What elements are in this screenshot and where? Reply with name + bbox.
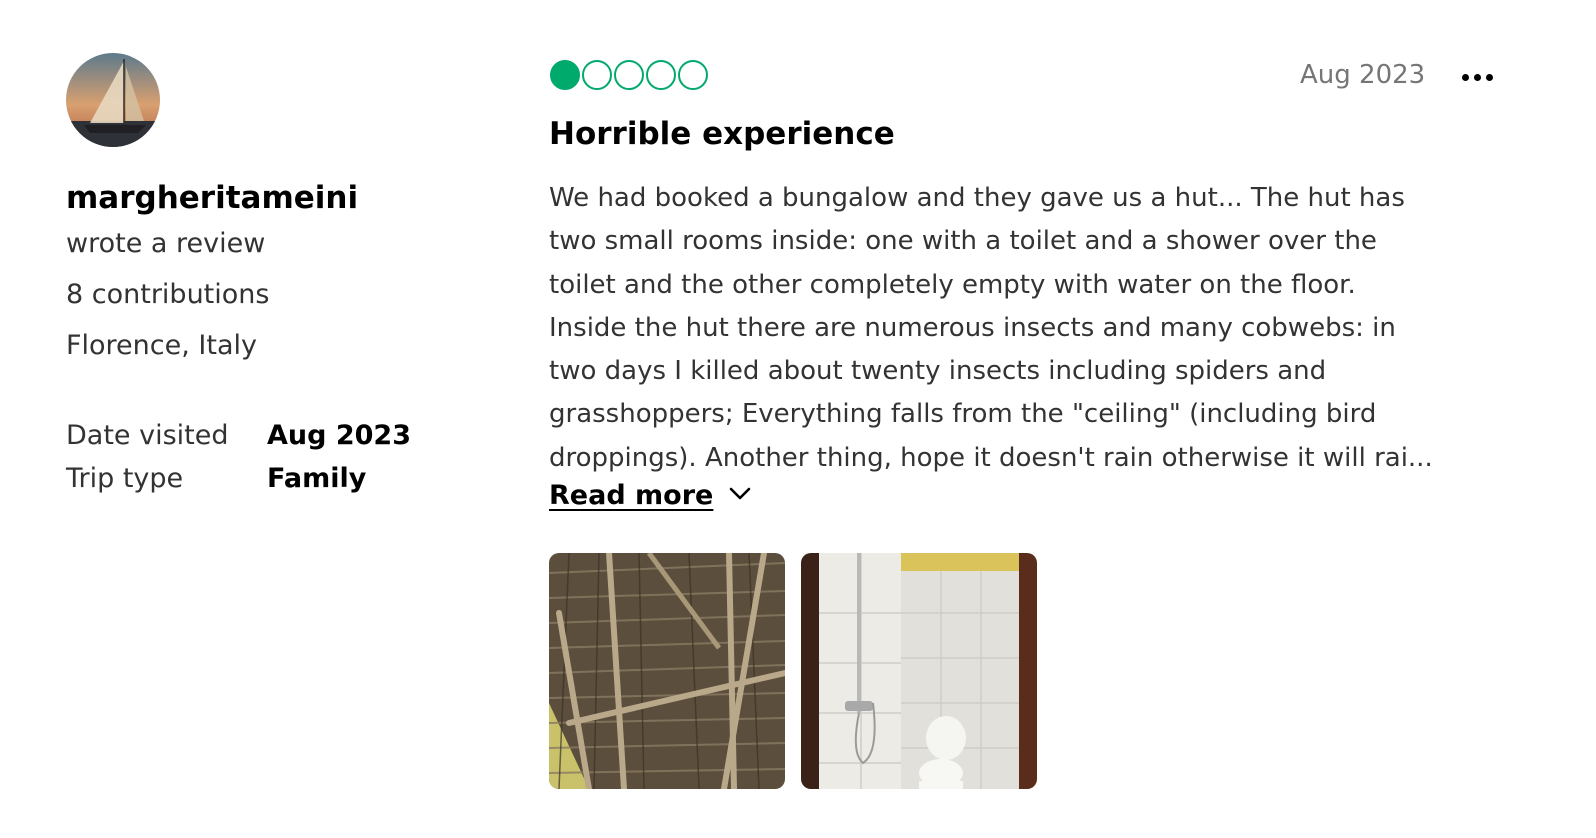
reviewer-username[interactable]: margheritameini [66, 180, 358, 216]
review-body-line: Inside the hut there are numerous insect… [549, 312, 1396, 343]
date-visited-label: Date visited [66, 420, 229, 451]
review-body-line: droppings). Another thing, hope it doesn… [549, 442, 1433, 473]
date-visited-value: Aug 2023 [267, 420, 411, 451]
rating-bubble-icon [582, 60, 612, 90]
rating-bubble-icon [614, 60, 644, 90]
rating-bubbles [550, 60, 708, 94]
rating-bubble-icon [678, 60, 708, 90]
review-photo-bathroom[interactable] [801, 553, 1037, 789]
read-more-label: Read more [549, 480, 714, 511]
trip-type-label: Trip type [66, 463, 184, 494]
more-options-icon-dot [1485, 73, 1493, 81]
trip-type-value: Family [267, 463, 367, 494]
reviewer-contributions: 8 contributions [66, 279, 270, 310]
read-more-button[interactable]: Read more [549, 480, 753, 511]
review-body-line: We had booked a bungalow and they gave u… [549, 183, 1405, 213]
review-body-line: two small rooms inside: one with a toile… [549, 226, 1377, 257]
review-body-line: grasshoppers; Everything falls from the … [549, 399, 1377, 430]
more-options-icon-dot [1473, 73, 1481, 81]
review-body-line: two days I killed about twenty insects i… [549, 356, 1327, 387]
chevron-down-icon [727, 481, 753, 511]
rating-bubble-icon [646, 60, 676, 90]
review-body-line: toilet and the other completely empty wi… [549, 269, 1356, 300]
rating-bubble-icon [550, 60, 580, 90]
reviewer-action: wrote a review [66, 228, 266, 259]
review-body: We had booked a bungalow and they gave u… [549, 177, 1509, 480]
review-photo-thatched-roof[interactable] [549, 553, 785, 789]
review-title: Horrible experience [549, 116, 895, 152]
more-options-icon [1461, 73, 1469, 81]
reviewer-avatar[interactable] [66, 53, 160, 147]
reviewer-location: Florence, Italy [66, 330, 257, 361]
more-options-button[interactable] [1454, 60, 1500, 94]
review-date: Aug 2023 [1300, 60, 1426, 90]
